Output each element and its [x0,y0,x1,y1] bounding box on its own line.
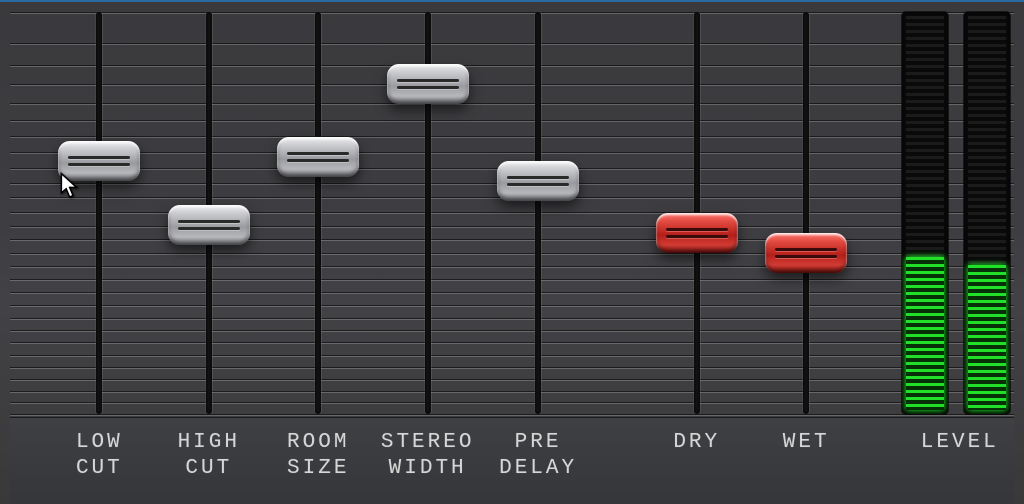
level-meters [902,12,1010,414]
fader-track-pre-delay [535,12,541,414]
fader-knob-stereo-width[interactable] [387,64,469,104]
fader-knob-wet[interactable] [765,233,847,273]
label-room-size: ROOM SIZE [287,430,349,483]
meter-right [964,12,1010,414]
fader-knob-high-cut[interactable] [168,205,250,245]
label-level: LEVEL [921,430,999,456]
label-strip: LOW CUT HIGH CUT ROOM SIZE STEREO WIDTH PRE … [10,417,1014,504]
fader-track-low-cut [96,12,102,414]
fader-knob-pre-delay[interactable] [497,161,579,201]
label-high-cut: HIGH CUT [178,430,240,483]
meter-left [902,12,948,414]
fader-knob-low-cut[interactable] [58,141,140,181]
label-low-cut: LOW CUT [76,430,123,483]
label-pre-delay: PRE DELAY [499,430,577,483]
label-wet: WET [783,430,830,456]
fader-knob-room-size[interactable] [277,137,359,177]
label-dry: DRY [673,430,720,456]
fader-knob-dry[interactable] [656,213,738,253]
fader-panel [10,12,1014,414]
window-top-hairline [0,0,1024,2]
fader-track-room-size [315,12,321,414]
label-stereo-width: STEREO WIDTH [381,430,475,483]
fader-group [10,12,1014,414]
fader-track-wet [803,12,809,414]
